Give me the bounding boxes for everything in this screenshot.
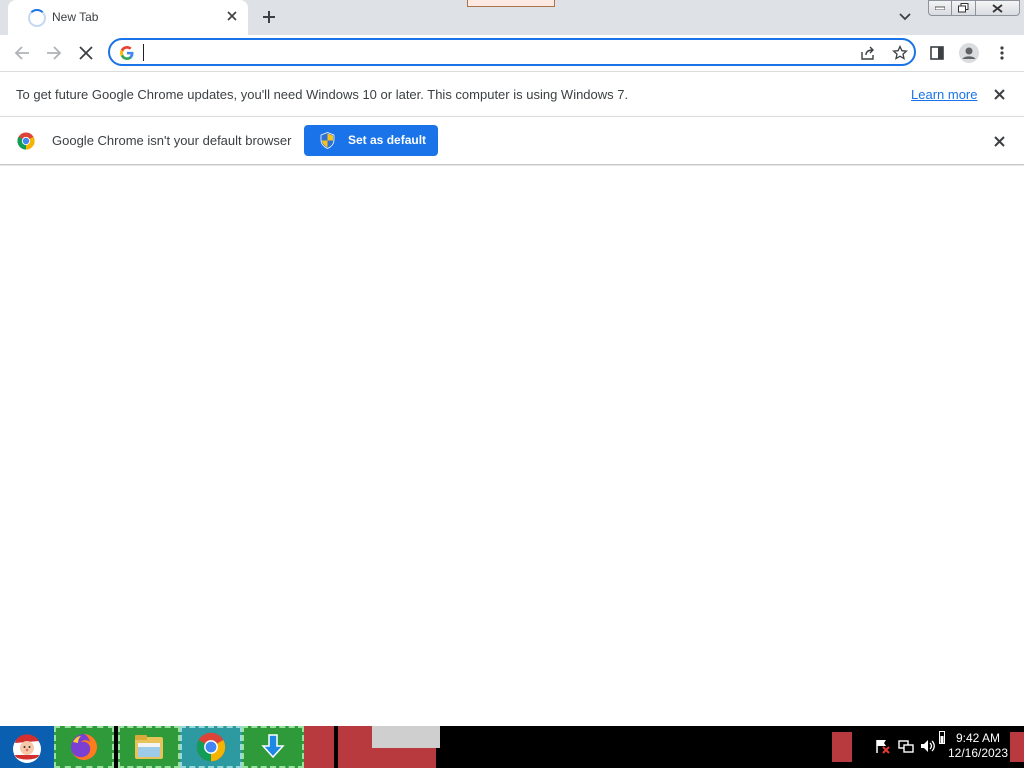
set-as-default-label: Set as default [348, 133, 427, 147]
taskbar-file-explorer[interactable] [118, 726, 180, 768]
firefox-icon [71, 734, 97, 760]
stop-loading-button[interactable] [70, 37, 102, 69]
update-infobar: To get future Google Chrome updates, you… [0, 71, 1024, 116]
tab-close-icon[interactable] [224, 8, 240, 24]
taskbar-item-unknown[interactable] [304, 726, 334, 768]
uac-shield-icon [320, 132, 335, 149]
side-panel-button[interactable] [921, 37, 953, 69]
restore-button[interactable] [951, 0, 976, 16]
address-bar[interactable] [108, 38, 916, 66]
action-center-flag-icon[interactable] [874, 738, 890, 754]
taskbar-downloader[interactable] [242, 726, 304, 768]
tab-strip: New Tab [0, 0, 1024, 35]
back-button[interactable] [6, 37, 38, 69]
download-icon [261, 734, 285, 759]
taskbar-item-gray [372, 726, 440, 748]
loading-spinner-icon [28, 9, 46, 27]
network-icon[interactable] [898, 738, 914, 754]
taskbar-firefox[interactable] [54, 726, 114, 768]
share-icon[interactable] [858, 43, 878, 63]
close-update-infobar-icon[interactable] [989, 84, 1009, 104]
chrome-logo-icon [17, 132, 35, 150]
tab-title: New Tab [52, 10, 99, 24]
address-input[interactable] [142, 43, 846, 63]
profile-avatar-button[interactable] [953, 37, 985, 69]
santa-start-icon [13, 734, 41, 763]
clock-date: 12/16/2023 [947, 746, 1009, 760]
new-tab-button[interactable] [258, 6, 280, 28]
tab-new-tab[interactable]: New Tab [8, 0, 248, 35]
learn-more-link[interactable]: Learn more [911, 87, 977, 102]
taskbar-chrome[interactable] [180, 726, 242, 768]
window-drag-indicator [467, 0, 555, 7]
menu-kebab-icon[interactable] [986, 37, 1018, 69]
default-browser-message: Google Chrome isn't your default browser [52, 133, 292, 148]
file-explorer-icon [135, 735, 163, 759]
set-as-default-button[interactable]: Set as default [304, 125, 438, 156]
page-content [0, 166, 1024, 726]
browser-toolbar [0, 35, 1024, 71]
bookmark-star-icon[interactable] [890, 43, 910, 63]
system-clock[interactable]: 9:42 AM 12/16/2023 [945, 731, 1011, 761]
start-button[interactable] [0, 726, 54, 768]
chrome-icon [196, 732, 226, 762]
minimize-button[interactable] [928, 0, 952, 16]
default-browser-infobar: Google Chrome isn't your default browser… [0, 116, 1024, 165]
tab-search-chevron-icon[interactable] [896, 8, 914, 26]
show-desktop-button[interactable] [1010, 732, 1024, 762]
close-window-button[interactable] [975, 0, 1020, 16]
volume-icon[interactable] [920, 738, 936, 754]
google-g-icon [120, 46, 134, 60]
close-default-infobar-icon[interactable] [989, 131, 1009, 151]
clock-time: 9:42 AM [955, 731, 1001, 745]
tray-show-hidden[interactable] [832, 732, 852, 762]
update-message: To get future Google Chrome updates, you… [16, 87, 629, 102]
windows-taskbar: 9:42 AM 12/16/2023 [0, 726, 1024, 768]
forward-button[interactable] [38, 37, 70, 69]
